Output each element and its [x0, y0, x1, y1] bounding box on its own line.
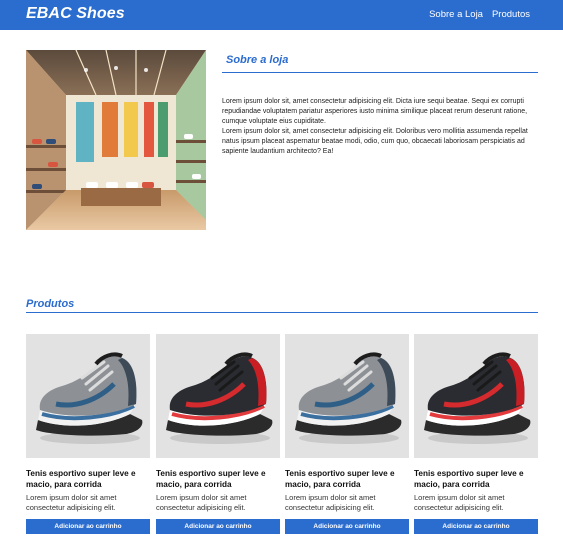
products-divider [26, 312, 538, 313]
product-title: Tenis esportivo super leve e macio, para… [414, 469, 524, 489]
product-description: Lorem ipsum dolor sit amet consectetur a… [414, 493, 505, 512]
add-to-cart-button[interactable]: Adicionar ao carrinho [285, 519, 409, 534]
about-text: Lorem ipsum dolor sit, amet consectetur … [222, 97, 536, 157]
product-card: Tenis esportivo super leve e macio, para… [285, 334, 409, 534]
store-image [26, 50, 206, 230]
about-paragraph: Lorem ipsum dolor sit, amet consectetur … [222, 98, 528, 125]
product-image[interactable] [285, 334, 409, 458]
product-title: Tenis esportivo super leve e macio, para… [285, 469, 395, 489]
product-image[interactable] [156, 334, 280, 458]
products-title: Produtos [26, 298, 75, 310]
main-nav: Sobre a Loja Produtos [429, 9, 530, 20]
about-paragraph: Lorem ipsum dolor sit, amet consectetur … [222, 128, 528, 155]
product-image[interactable] [26, 334, 150, 458]
nav-link-products[interactable]: Produtos [492, 9, 530, 20]
product-image[interactable] [414, 334, 538, 458]
about-title: Sobre a loja [226, 54, 289, 66]
product-card: Tenis esportivo super leve e macio, para… [156, 334, 280, 534]
nav-link-about[interactable]: Sobre a Loja [429, 9, 483, 20]
product-title: Tenis esportivo super leve e macio, para… [156, 469, 266, 489]
about-divider [222, 72, 538, 73]
product-description: Lorem ipsum dolor sit amet consectetur a… [26, 493, 117, 512]
product-card: Tenis esportivo super leve e macio, para… [414, 334, 538, 534]
brand-logo[interactable]: EBAC Shoes [26, 5, 125, 23]
site-header: EBAC Shoes Sobre a Loja Produtos [0, 0, 563, 30]
product-description: Lorem ipsum dolor sit amet consectetur a… [156, 493, 247, 512]
product-title: Tenis esportivo super leve e macio, para… [26, 469, 136, 489]
add-to-cart-button[interactable]: Adicionar ao carrinho [156, 519, 280, 534]
product-card: Tenis esportivo super leve e macio, para… [26, 334, 150, 534]
add-to-cart-button[interactable]: Adicionar ao carrinho [414, 519, 538, 534]
add-to-cart-button[interactable]: Adicionar ao carrinho [26, 519, 150, 534]
product-description: Lorem ipsum dolor sit amet consectetur a… [285, 493, 376, 512]
